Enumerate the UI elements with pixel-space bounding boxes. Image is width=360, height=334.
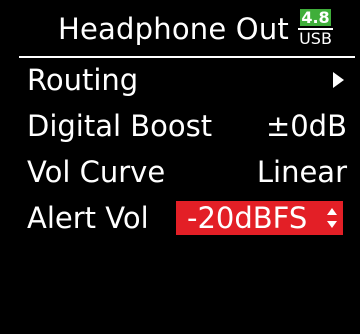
page-title: Headphone Out (58, 12, 289, 46)
header-divider (19, 56, 355, 58)
menu-item-label: Routing (27, 63, 139, 97)
battery-level: 4.8 (300, 8, 331, 27)
menu-item-value: ±0dB (265, 109, 347, 143)
menu-item-label: Vol Curve (27, 155, 166, 189)
power-source-label: USB (298, 28, 333, 48)
menu-item-vol-curve[interactable]: Vol Curve Linear (23, 152, 353, 192)
header: Headphone Out 4.8 USB (0, 0, 360, 57)
submenu-arrow-icon (333, 72, 344, 88)
screen: Headphone Out 4.8 USB Routing Digital Bo… (0, 0, 360, 334)
alert-vol-value-selector[interactable]: -20dBFS (176, 201, 343, 235)
menu-item-routing[interactable]: Routing (23, 60, 353, 100)
menu-item-label: Digital Boost (27, 109, 213, 143)
menu-item-label: Alert Vol (27, 201, 149, 235)
battery-indicator: 4.8 USB (298, 9, 333, 49)
menu-item-alert-vol[interactable]: Alert Vol -20dBFS (23, 198, 353, 238)
menu-item-value: -20dBFS (187, 201, 308, 235)
up-down-arrows-icon (327, 208, 337, 228)
menu-item-value: Linear (256, 155, 347, 189)
menu-item-digital-boost[interactable]: Digital Boost ±0dB (23, 106, 353, 146)
